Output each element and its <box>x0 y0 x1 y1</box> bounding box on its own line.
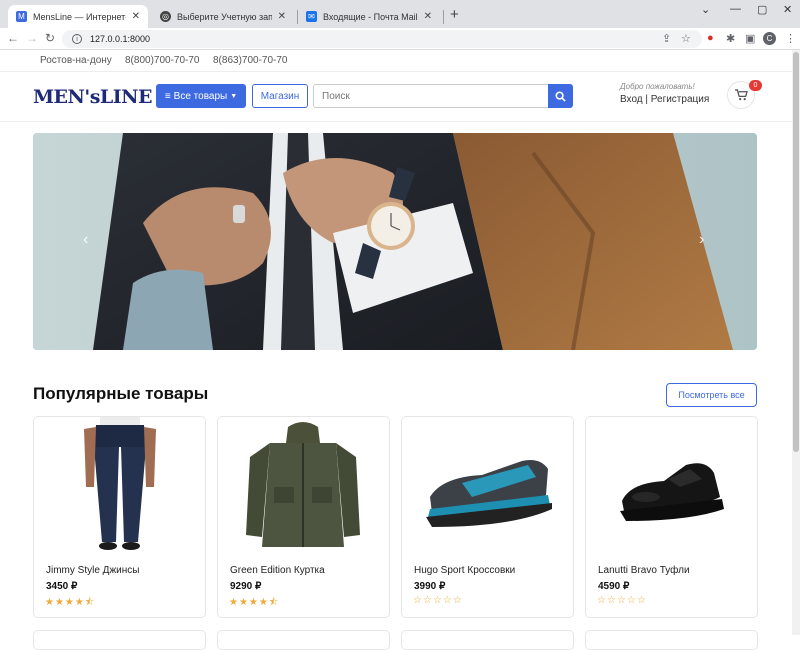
auth-links: Вход | Регистрация <box>620 94 710 105</box>
side-panel-icon[interactable]: ▣ <box>745 32 755 45</box>
maximize-icon[interactable]: ▢ <box>757 3 767 16</box>
tab-title: MensLine — Интернет-магазин <box>33 11 126 22</box>
product-card[interactable]: Lanutti Bravo Туфли 4590 ₽ ☆☆☆☆☆ <box>585 416 758 618</box>
rating-stars: ☆☆☆☆☆ <box>597 595 647 606</box>
tab-mensline[interactable]: M MensLine — Интернет-магазин ✕ <box>8 5 148 28</box>
close-tab-icon[interactable]: ✕ <box>424 11 432 22</box>
url-text: 127.0.0.1:8000 <box>90 34 151 44</box>
product-price: 4590 ₽ <box>598 581 630 592</box>
search-button[interactable] <box>548 84 573 108</box>
all-products-label: Все товары <box>173 90 228 102</box>
list-icon: ≡ <box>164 90 171 102</box>
page-scrollbar[interactable] <box>792 50 800 635</box>
product-name[interactable]: Hugo Sport Кроссовки <box>414 565 515 576</box>
product-price: 9290 ₽ <box>230 581 262 592</box>
close-window-icon[interactable]: ✕ <box>783 3 792 16</box>
carousel-prev-arrow[interactable]: ‹ <box>83 231 88 249</box>
tab-title: Выберите Учетную запись для... <box>177 11 272 22</box>
scrollbar-thumb[interactable] <box>793 52 799 452</box>
browser-tab-strip: M MensLine — Интернет-магазин ✕ ◎ Выбери… <box>0 0 800 28</box>
browser-menu-icon[interactable]: ⋮ <box>785 32 796 45</box>
phone-number-2[interactable]: 8(863)700-70-70 <box>213 55 288 66</box>
product-image-sneakers <box>402 417 573 557</box>
rating-stars: ☆☆☆☆☆ <box>413 595 463 606</box>
tab-account-select[interactable]: ◎ Выберите Учетную запись для... ✕ <box>152 5 294 28</box>
browser-toolbar: ← → ↻ i 127.0.0.1:8000 ⇪ ☆ ● ✱ ▣ C ⋮ <box>0 28 800 50</box>
opera-extension-icon[interactable]: ● <box>707 32 714 44</box>
close-tab-icon[interactable]: ✕ <box>132 11 140 22</box>
new-tab-button[interactable]: + <box>450 6 459 23</box>
mensline-favicon-icon: M <box>16 11 27 22</box>
product-card[interactable] <box>585 630 758 650</box>
hero-carousel: ‹ › <box>33 133 757 350</box>
profile-avatar[interactable]: C <box>763 32 776 45</box>
product-price: 3990 ₽ <box>414 581 446 592</box>
shop-button[interactable]: Магазин <box>252 84 308 108</box>
register-link[interactable]: Регистрация <box>651 94 709 105</box>
rating-stars: ★★★★⯪ <box>229 597 280 608</box>
reload-icon[interactable]: ↻ <box>45 31 55 45</box>
section-title: Популярные товары <box>33 384 209 403</box>
product-card[interactable] <box>217 630 390 650</box>
product-image-jeans <box>34 417 205 557</box>
login-link[interactable]: Вход <box>620 94 643 105</box>
back-icon[interactable]: ← <box>7 31 19 45</box>
product-card[interactable]: Green Edition Куртка 9290 ₽ ★★★★⯪ <box>217 416 390 618</box>
search-input[interactable] <box>313 84 548 108</box>
search-icon <box>555 90 566 102</box>
mail-favicon-icon: ✉ <box>306 11 317 22</box>
site-topbar: Ростов-на-дону 8(800)700-70-70 8(863)700… <box>0 50 800 72</box>
city-label[interactable]: Ростов-на-дону <box>40 55 112 66</box>
product-image-shoes <box>586 417 757 557</box>
site-info-icon[interactable]: i <box>72 34 82 44</box>
product-name[interactable]: Green Edition Куртка <box>230 565 325 576</box>
address-bar[interactable]: i 127.0.0.1:8000 <box>62 30 702 48</box>
product-image-jacket <box>218 417 389 557</box>
share-icon[interactable]: ⇪ <box>662 32 671 45</box>
welcome-text: Добро пожаловать! <box>620 82 695 91</box>
site-logo[interactable]: MEN'sLINE <box>33 86 153 108</box>
extensions-puzzle-icon[interactable]: ✱ <box>726 32 735 45</box>
caret-down-icon: ▼ <box>230 92 238 100</box>
product-name[interactable]: Jimmy Style Джинсы <box>46 565 139 576</box>
rating-stars: ★★★★⯪ <box>45 597 96 608</box>
product-price: 3450 ₽ <box>46 581 78 592</box>
product-name[interactable]: Lanutti Bravo Туфли <box>598 565 690 576</box>
all-products-button[interactable]: ≡ Все товары ▼ <box>156 84 246 108</box>
globe-favicon-icon: ◎ <box>160 11 171 22</box>
product-card[interactable] <box>33 630 206 650</box>
site-header: MEN'sLINE ≡ Все товары ▼ Магазин Добро п… <box>0 72 800 122</box>
bookmark-star-icon[interactable]: ☆ <box>681 32 691 45</box>
forward-icon[interactable]: → <box>26 31 38 45</box>
product-card[interactable]: Jimmy Style Джинсы 3450 ₽ ★★★★⯪ <box>33 416 206 618</box>
product-card[interactable]: Hugo Sport Кроссовки 3990 ₽ ☆☆☆☆☆ <box>401 416 574 618</box>
cart-count-badge: 0 <box>749 80 762 91</box>
phone-number-1[interactable]: 8(800)700-70-70 <box>125 55 200 66</box>
tab-mail-inbox[interactable]: ✉ Входящие - Почта Mail.ru ✕ <box>298 5 440 28</box>
cart-icon <box>734 89 748 101</box>
hero-image <box>33 133 757 350</box>
tab-title: Входящие - Почта Mail.ru <box>323 11 418 22</box>
see-all-button[interactable]: Посмотреть все <box>666 383 757 407</box>
tab-search-chevron-icon[interactable]: ⌄ <box>701 3 710 16</box>
product-card[interactable] <box>401 630 574 650</box>
close-tab-icon[interactable]: ✕ <box>278 11 286 22</box>
minimize-icon[interactable]: — <box>730 3 741 15</box>
carousel-next-arrow[interactable]: › <box>699 231 704 249</box>
